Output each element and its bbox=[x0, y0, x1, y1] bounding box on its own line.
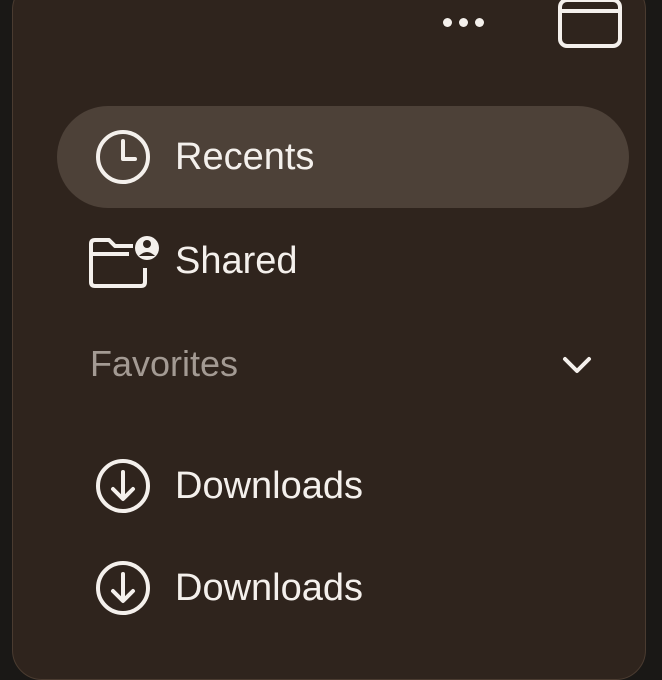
section-title: Favorites bbox=[90, 343, 239, 384]
favorites-section-header[interactable]: Favorites bbox=[57, 337, 629, 391]
ellipsis-icon bbox=[442, 17, 452, 27]
download-circle-icon bbox=[96, 561, 150, 615]
sidebar-item-recents[interactable]: Recents bbox=[57, 106, 629, 208]
ellipsis-icon bbox=[474, 17, 484, 27]
sidebar-item-label: Downloads bbox=[175, 567, 363, 609]
sidebar-item-shared[interactable]: Shared bbox=[57, 208, 629, 310]
sidebar-item-label: Downloads bbox=[175, 465, 363, 507]
download-circle-icon bbox=[96, 459, 150, 513]
sidebar-panel: Recents Shared Favorites Downloads Downl… bbox=[12, 0, 646, 680]
sidebar-item-downloads[interactable]: Downloads bbox=[57, 435, 629, 537]
ellipsis-icon bbox=[458, 17, 468, 27]
sidebar-item-label: Recents bbox=[175, 136, 315, 178]
sidebar-item-label: Shared bbox=[175, 240, 298, 282]
shared-folder-icon bbox=[89, 236, 159, 288]
chevron-down-icon[interactable] bbox=[557, 345, 597, 385]
sidebar-toggle-button[interactable] bbox=[557, 0, 623, 49]
sidebar-item-downloads[interactable]: Downloads bbox=[57, 537, 629, 639]
more-options-button[interactable] bbox=[433, 5, 493, 39]
sidebar-toggle-icon bbox=[558, 0, 622, 48]
clock-icon bbox=[96, 130, 150, 184]
